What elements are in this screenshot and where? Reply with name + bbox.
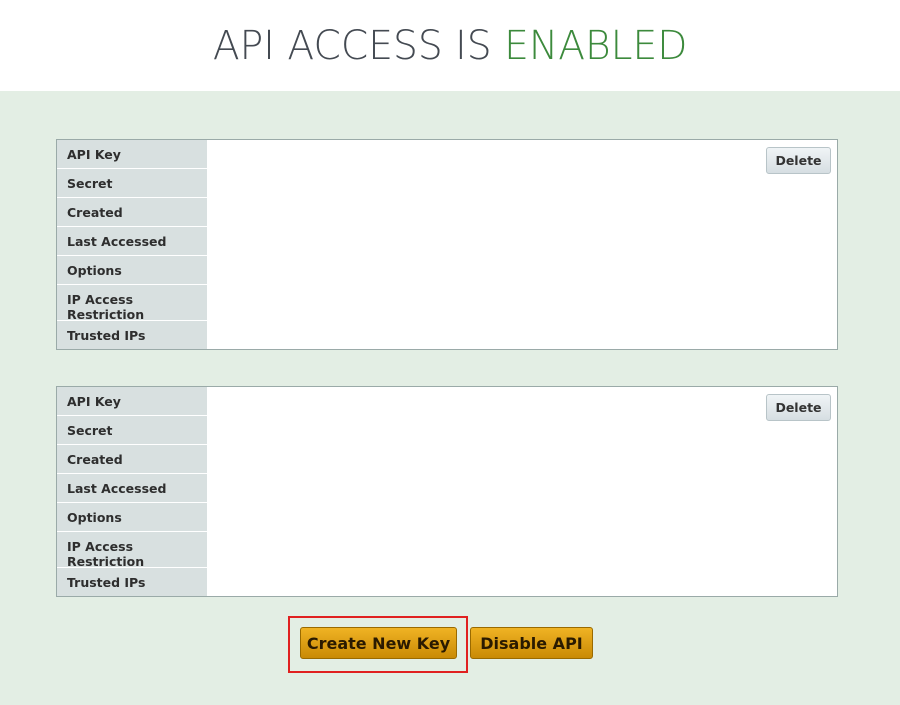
row-label-options: Options [57, 256, 207, 285]
label-column: API Key Secret Created Last Accessed Opt… [57, 387, 207, 596]
row-label-last-accessed: Last Accessed [57, 227, 207, 256]
row-label-created: Created [57, 198, 207, 227]
delete-button[interactable]: Delete [766, 394, 831, 421]
disable-api-button[interactable]: Disable API [470, 627, 593, 659]
row-label-api-key: API Key [57, 387, 207, 416]
row-label-ip-access-restriction: IP Access Restriction [57, 285, 207, 322]
row-label-created: Created [57, 445, 207, 474]
row-label-ip-access-restriction: IP Access Restriction [57, 532, 207, 569]
delete-button[interactable]: Delete [766, 147, 831, 174]
row-label-secret: Secret [57, 416, 207, 445]
row-label-api-key: API Key [57, 140, 207, 169]
api-key-panel: API Key Secret Created Last Accessed Opt… [56, 139, 838, 350]
page-header: API ACCESS IS ENABLED [0, 0, 900, 91]
row-label-last-accessed: Last Accessed [57, 474, 207, 503]
main-content: API Key Secret Created Last Accessed Opt… [0, 91, 900, 705]
page-title: API ACCESS IS ENABLED [213, 23, 688, 69]
create-new-key-button[interactable]: Create New Key [300, 627, 457, 659]
row-label-trusted-ips: Trusted IPs [67, 574, 146, 590]
title-prefix: API ACCESS IS [212, 22, 492, 69]
row-label-options: Options [57, 503, 207, 532]
label-column: API Key Secret Created Last Accessed Opt… [57, 140, 207, 349]
status-label: ENABLED [503, 22, 688, 69]
row-label-trusted-ips: Trusted IPs [67, 327, 146, 343]
api-key-panel: API Key Secret Created Last Accessed Opt… [56, 386, 838, 597]
row-label-secret: Secret [57, 169, 207, 198]
